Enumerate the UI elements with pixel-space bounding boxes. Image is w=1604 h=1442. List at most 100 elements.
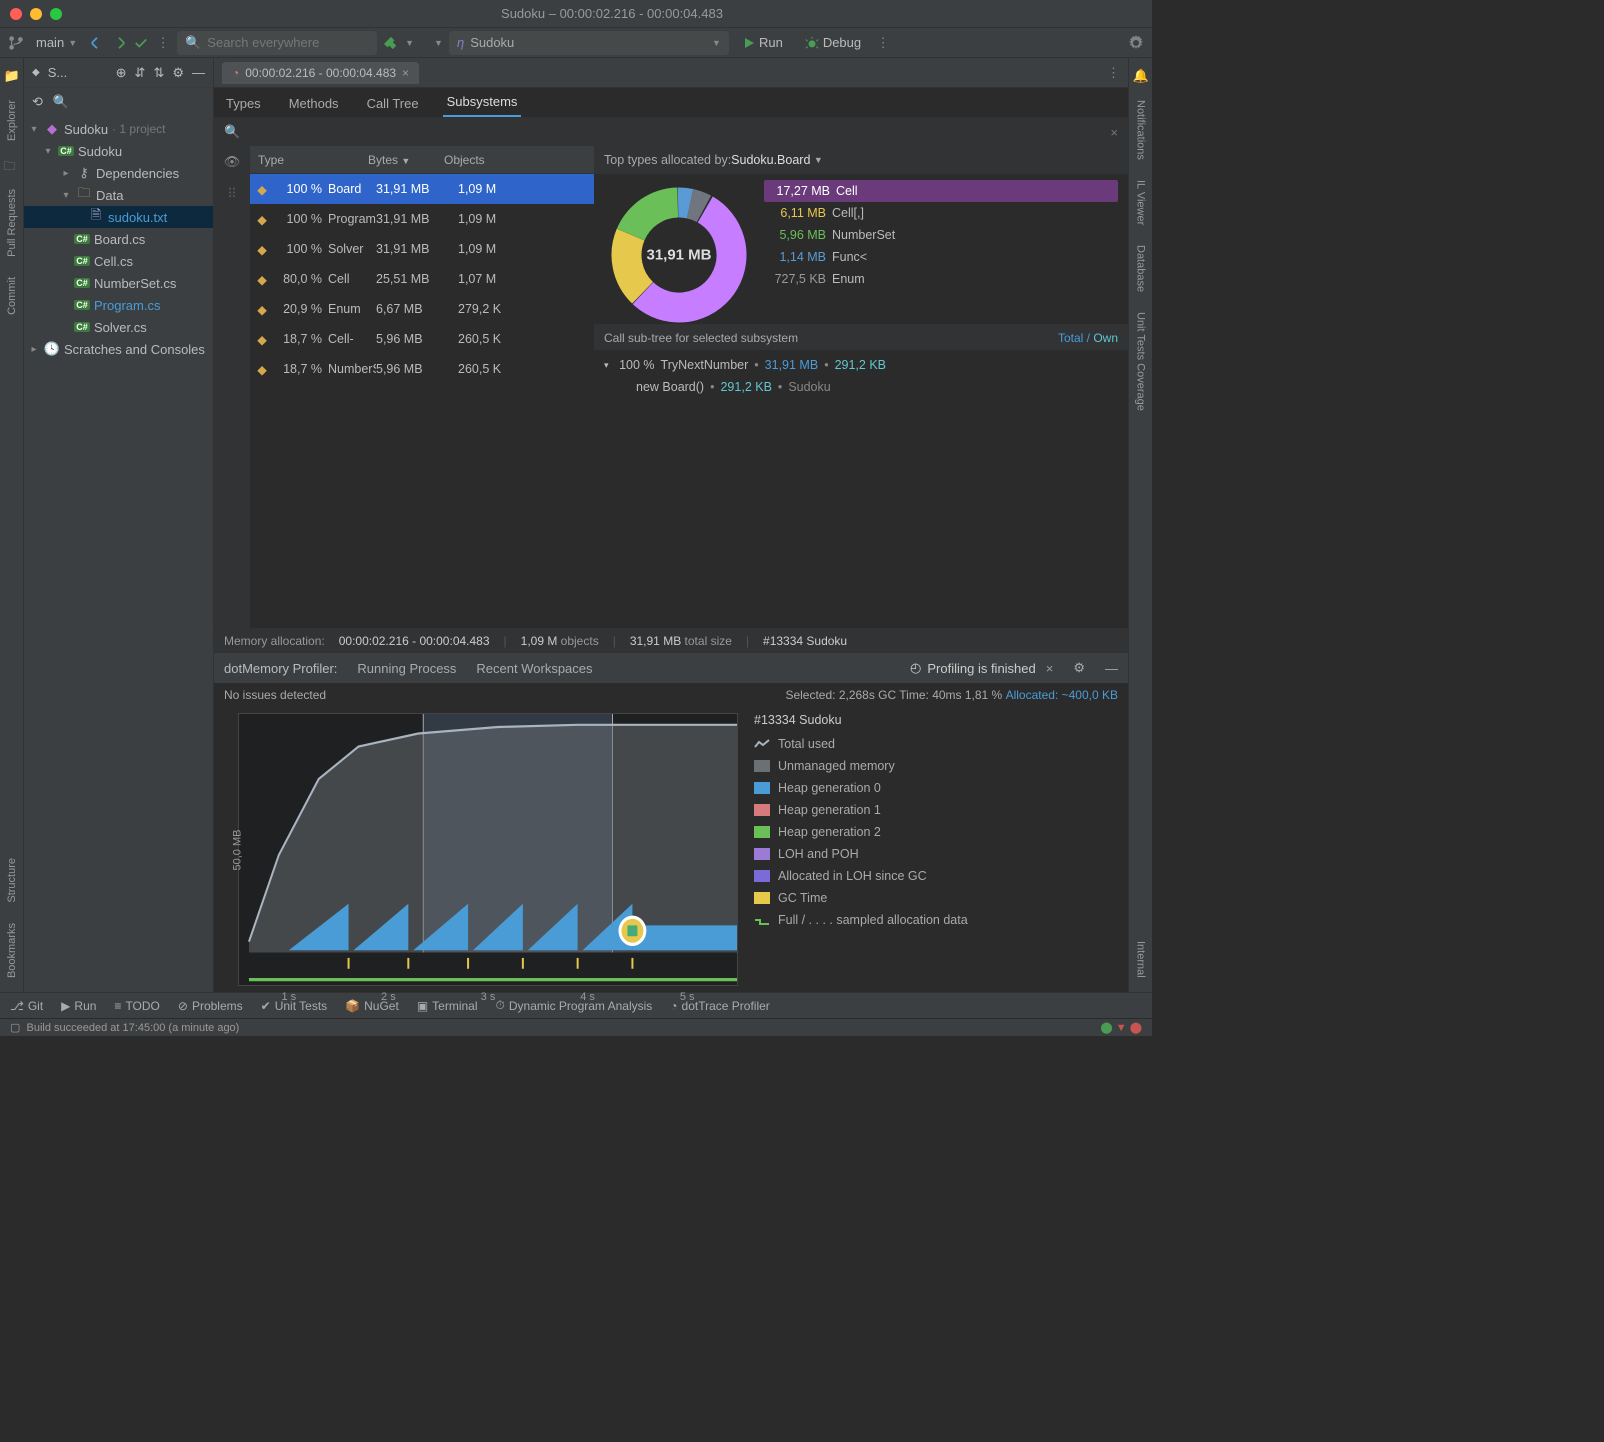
tree-file[interactable]: C#NumberSet.cs <box>24 272 213 294</box>
subtab-subsystems[interactable]: Subsystems <box>443 88 522 117</box>
col-type[interactable]: Type <box>250 153 360 167</box>
chart-legend-row[interactable]: Full / . . . . sampled allocation data <box>754 909 1118 931</box>
table-row[interactable]: ◆ 100 % Board 31,91 MB 1,09 M <box>250 174 594 204</box>
donut-chart[interactable]: 31,91 MB <box>604 180 754 324</box>
drag-icon[interactable]: ⠿ <box>227 186 237 202</box>
tree-file-sudoku-txt[interactable]: 🗎 sudoku.txt <box>24 206 213 228</box>
legend-row[interactable]: 1,14 MB Func< <box>764 246 1118 268</box>
debug-button[interactable]: Debug <box>797 33 869 52</box>
run-button[interactable]: Run <box>735 33 791 52</box>
table-row[interactable]: ◆ 20,9 % Enum 6,67 MB 279,2 K <box>250 294 594 324</box>
close-window-button[interactable] <box>10 8 22 20</box>
bell-icon[interactable]: 🔔 <box>1133 68 1149 84</box>
editor-tab[interactable]: ◔ 00:00:02.216 - 00:00:04.483 × <box>222 62 419 84</box>
commit-icon[interactable] <box>111 35 127 51</box>
col-objects[interactable]: Objects <box>436 153 594 167</box>
error-indicator-icon[interactable]: ⬤ <box>1130 1021 1142 1034</box>
eye-icon[interactable]: 👁 <box>224 154 241 170</box>
chart-legend-row[interactable]: GC Time <box>754 887 1118 909</box>
tree-file[interactable]: C#Board.cs <box>24 228 213 250</box>
profiling-status[interactable]: ◴ Profiling is finished × <box>910 660 1053 676</box>
table-row[interactable]: ◆ 100 % Program 31,91 MB 1,09 M <box>250 204 594 234</box>
subtab-types[interactable]: Types <box>222 90 265 117</box>
close-icon[interactable]: × <box>1046 661 1054 676</box>
chart-legend-row[interactable]: Allocated in LOH since GC <box>754 865 1118 887</box>
tree-data-folder[interactable]: ▾ 🗀 Data <box>24 184 213 206</box>
memory-timeline-chart[interactable]: 50,0 MB <box>238 713 738 986</box>
table-row[interactable]: ◆ 18,7 % Cell- 5,96 MB 260,5 K <box>250 324 594 354</box>
tree-project[interactable]: ▾ C# Sudoku <box>24 140 213 162</box>
update-project-icon[interactable] <box>89 35 105 51</box>
bt-todo[interactable]: ≡ TODO <box>114 999 159 1013</box>
close-tab-icon[interactable]: × <box>402 66 409 80</box>
sync-icon[interactable]: ⟲ <box>32 94 43 110</box>
strip-unit-tests-coverage[interactable]: Unit Tests Coverage <box>1133 304 1149 419</box>
tree-file[interactable]: C#Program.cs <box>24 294 213 316</box>
warning-indicator-icon[interactable]: ▼ <box>1116 1022 1127 1034</box>
chart-legend-row[interactable]: Unmanaged memory <box>754 755 1118 777</box>
table-row[interactable]: ◆ 100 % Solver 31,91 MB 1,09 M <box>250 234 594 264</box>
tree-scratches[interactable]: ▸ 🕓 Scratches and Consoles <box>24 338 213 360</box>
chart-legend-row[interactable]: LOH and POH <box>754 843 1118 865</box>
solution-tree[interactable]: ▾ ◆ Sudoku · 1 project ▾ C# Sudoku ▸ ⚷ D… <box>24 116 213 992</box>
more-vcs-icon[interactable]: ⋮ <box>155 35 171 51</box>
settings-gear-icon[interactable] <box>1128 35 1144 51</box>
table-row[interactable]: ◆ 18,7 % NumberSet 5,96 MB 260,5 K <box>250 354 594 384</box>
more-actions-icon[interactable]: ⋮ <box>875 35 891 51</box>
minimize-icon[interactable]: — <box>1105 661 1118 676</box>
maximize-window-button[interactable] <box>50 8 62 20</box>
legend-row[interactable]: 727,5 KB Enum <box>764 268 1118 290</box>
search-icon[interactable]: 🔍 <box>224 124 240 140</box>
subtree-row[interactable]: ▾ 100 % TryNextNumber • 31,91 MB • 291,2… <box>604 354 1118 376</box>
subtab-methods[interactable]: Methods <box>285 90 343 117</box>
target-icon[interactable]: ⊕ <box>116 65 127 81</box>
strip-database[interactable]: Database <box>1133 237 1149 300</box>
strip-pull-requests[interactable]: Pull Requests <box>4 181 20 265</box>
collapse-icon[interactable]: ◆ <box>32 67 40 78</box>
bt-run[interactable]: ▶ Run <box>61 999 96 1013</box>
expand-all-icon[interactable]: ⇵ <box>135 65 146 81</box>
chevron-down-icon[interactable]: ▼ <box>814 155 823 165</box>
strip-bookmarks[interactable]: Bookmarks <box>4 915 20 986</box>
tree-file[interactable]: C#Solver.cs <box>24 316 213 338</box>
minimize-window-button[interactable] <box>30 8 42 20</box>
subtree-row[interactable]: new Board() • 291,2 KB • Sudoku <box>604 376 1118 398</box>
strip-structure[interactable]: Structure <box>4 850 20 911</box>
chart-legend-row[interactable]: Heap generation 1 <box>754 799 1118 821</box>
settings-icon[interactable]: ⚙ <box>1073 660 1085 676</box>
statusbar-icon[interactable]: ▢ <box>10 1021 20 1034</box>
ok-indicator-icon[interactable]: ⬤ <box>1100 1021 1112 1034</box>
search-everywhere[interactable]: 🔍 Search everywhere <box>177 31 377 55</box>
tree-dependencies[interactable]: ▸ ⚷ Dependencies <box>24 162 213 184</box>
tree-file[interactable]: C#Cell.cs <box>24 250 213 272</box>
strip-notifications[interactable]: Notifications <box>1133 92 1149 168</box>
chart-legend-row[interactable]: Heap generation 0 <box>754 777 1118 799</box>
strip-explorer[interactable]: Explorer <box>4 92 20 149</box>
table-row[interactable]: ◆ 80,0 % Cell 25,51 MB 1,07 M <box>250 264 594 294</box>
vcs-branch-selector[interactable]: main ▼ <box>30 33 83 52</box>
total-own-toggle[interactable]: Total / Own <box>1058 331 1118 345</box>
legend-row[interactable]: 5,96 MB NumberSet <box>764 224 1118 246</box>
run-configuration-selector[interactable]: ƞ Sudoku ▼ <box>449 31 729 55</box>
chart-legend-row[interactable]: Heap generation 2 <box>754 821 1118 843</box>
subtree-body[interactable]: ▾ 100 % TryNextNumber • 31,91 MB • 291,2… <box>594 350 1128 628</box>
folder-icon[interactable]: 🗀 <box>4 157 20 173</box>
tab-recent-workspaces[interactable]: Recent Workspaces <box>476 661 592 676</box>
subtab-call-tree[interactable]: Call Tree <box>363 90 423 117</box>
bt-git[interactable]: ⎇ Git <box>10 999 43 1013</box>
strip-commit[interactable]: Commit <box>4 269 20 323</box>
collapse-all-icon[interactable]: ⇅ <box>153 65 164 81</box>
chevron-down-icon[interactable]: ▼ <box>405 38 414 48</box>
tree-solution[interactable]: ▾ ◆ Sudoku · 1 project <box>24 118 213 140</box>
legend-row[interactable]: 6,11 MB Cell[,] <box>764 202 1118 224</box>
build-icon[interactable] <box>383 35 399 51</box>
tab-running-process[interactable]: Running Process <box>357 661 456 676</box>
col-bytes[interactable]: Bytes ▼ <box>360 153 436 167</box>
strip-internal[interactable]: Internal <box>1133 933 1149 986</box>
chevron-down-icon[interactable]: ▼ <box>434 38 443 48</box>
checkmark-icon[interactable] <box>133 35 149 51</box>
search-icon[interactable]: 🔍 <box>53 94 69 110</box>
bt-problems[interactable]: ⊘ Problems <box>178 999 243 1013</box>
strip-il-viewer[interactable]: IL Viewer <box>1133 172 1149 233</box>
tab-overflow-icon[interactable]: ⋮ <box>1107 65 1120 81</box>
